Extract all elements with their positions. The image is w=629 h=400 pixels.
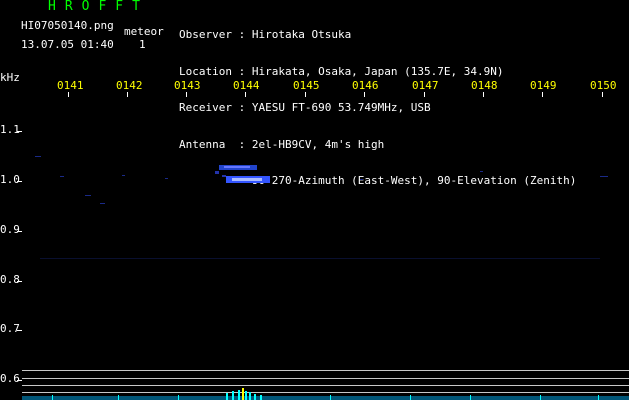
trace-segment bbox=[480, 171, 483, 172]
time-tick-marks bbox=[68, 92, 603, 97]
noise-floor bbox=[22, 396, 629, 400]
noise-spike bbox=[238, 390, 240, 400]
noise-spike bbox=[410, 395, 411, 400]
freq-tick-marks bbox=[17, 131, 22, 381]
trace-segment bbox=[165, 178, 168, 179]
noise-baselines bbox=[22, 370, 629, 393]
noise-spike bbox=[226, 393, 228, 400]
noise-spike bbox=[540, 395, 541, 400]
echo-upper-core bbox=[224, 166, 250, 168]
noise-spike bbox=[330, 395, 331, 400]
trace-segment bbox=[600, 176, 608, 177]
noise-spike bbox=[249, 392, 251, 400]
trace-segment bbox=[360, 179, 363, 180]
noise-spike bbox=[52, 395, 53, 400]
noise-spike bbox=[178, 395, 179, 400]
trace-segment bbox=[35, 156, 41, 157]
trace-segment bbox=[122, 175, 125, 176]
echo-fragment bbox=[215, 171, 219, 174]
noise-level-bars bbox=[22, 388, 629, 400]
noise-spike bbox=[242, 388, 244, 400]
echo-lower-core bbox=[232, 178, 262, 181]
noise-spike bbox=[118, 395, 119, 400]
noise-spike bbox=[245, 391, 247, 400]
trace-segment bbox=[100, 203, 105, 204]
noise-spike bbox=[254, 394, 256, 400]
noise-spike bbox=[260, 395, 262, 400]
hrofft-window: HROFFT HI07050140.png 13.07.05 01:40 met… bbox=[0, 0, 629, 400]
noise-spike bbox=[598, 395, 599, 400]
trace-segment bbox=[60, 176, 64, 177]
spectrogram-plot bbox=[17, 92, 629, 400]
trace-segment bbox=[85, 195, 91, 196]
trace-segment bbox=[40, 258, 600, 259]
echo-fragment bbox=[222, 175, 226, 177]
noise-spike bbox=[470, 395, 471, 400]
faint-signal-traces bbox=[35, 156, 608, 259]
noise-spike bbox=[232, 391, 234, 400]
meteor-echo bbox=[215, 165, 270, 183]
